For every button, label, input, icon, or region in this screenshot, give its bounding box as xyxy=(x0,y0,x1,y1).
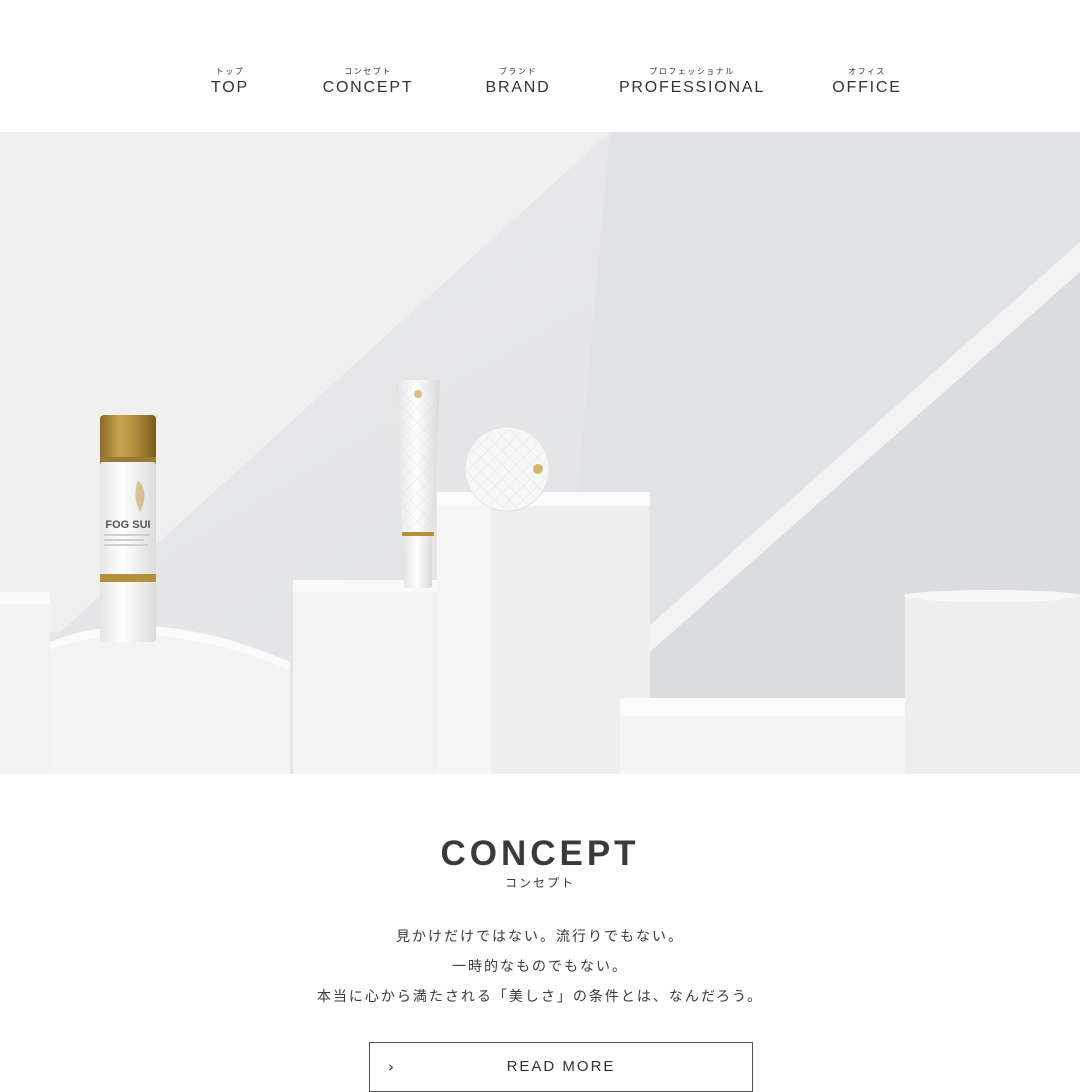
nav-item-kana: コンセプト xyxy=(344,67,392,76)
nav-item-concept[interactable]: コンセプト CONCEPT xyxy=(323,66,414,98)
section-title: CONCEPT xyxy=(440,834,640,873)
concept-line: 一時的なものでもない。 xyxy=(452,959,628,975)
global-nav: トップ TOP コンセプト CONCEPT ブランド BRAND プロフェッショ… xyxy=(0,0,1080,132)
spray-can-brand: FOG SUI xyxy=(105,519,150,531)
nav-item-label: TOP xyxy=(210,79,250,96)
concept-body: 見かけだけではない。流行りでもない。 一時的なものでもない。 本当に心から満たさ… xyxy=(0,922,1080,1012)
nav-item-top[interactable]: トップ TOP xyxy=(211,66,249,98)
concept-line: 見かけだけではない。流行りでもない。 xyxy=(396,929,684,945)
nav-item-label: BRAND xyxy=(485,79,551,96)
read-more-button[interactable]: › READ MORE xyxy=(369,1042,753,1092)
nav-item-kana: ブランド xyxy=(498,67,537,76)
hero-image: FOG SUI xyxy=(0,132,1080,774)
nav-item-label: OFFICE xyxy=(832,79,902,96)
nav-item-kana: トップ xyxy=(215,67,245,76)
nav-item-label: CONCEPT xyxy=(322,79,414,96)
spray-can: FOG SUI xyxy=(100,415,156,642)
concept-line: 本当に心から満たされる「美しさ」の条件とは、なんだろう。 xyxy=(316,989,764,1005)
concept-section: CONCEPT コンセプト 見かけだけではない。流行りでもない。 一時的なもので… xyxy=(0,774,1080,1092)
nav-item-professional[interactable]: プロフェッショナル PROFESSIONAL xyxy=(619,66,765,98)
hero-illustration: FOG SUI xyxy=(0,132,1080,774)
nav-item-brand[interactable]: ブランド BRAND xyxy=(485,66,550,98)
nav-item-office[interactable]: オフィス OFFICE xyxy=(832,66,901,98)
nav-item-label: PROFESSIONAL xyxy=(618,79,766,96)
nav-item-kana: オフィス xyxy=(848,67,886,76)
read-more-label: READ MORE xyxy=(506,1058,616,1075)
nav-item-kana: プロフェッショナル xyxy=(649,67,735,76)
section-title-kana: コンセプト xyxy=(504,876,575,890)
compact-case xyxy=(464,426,550,512)
